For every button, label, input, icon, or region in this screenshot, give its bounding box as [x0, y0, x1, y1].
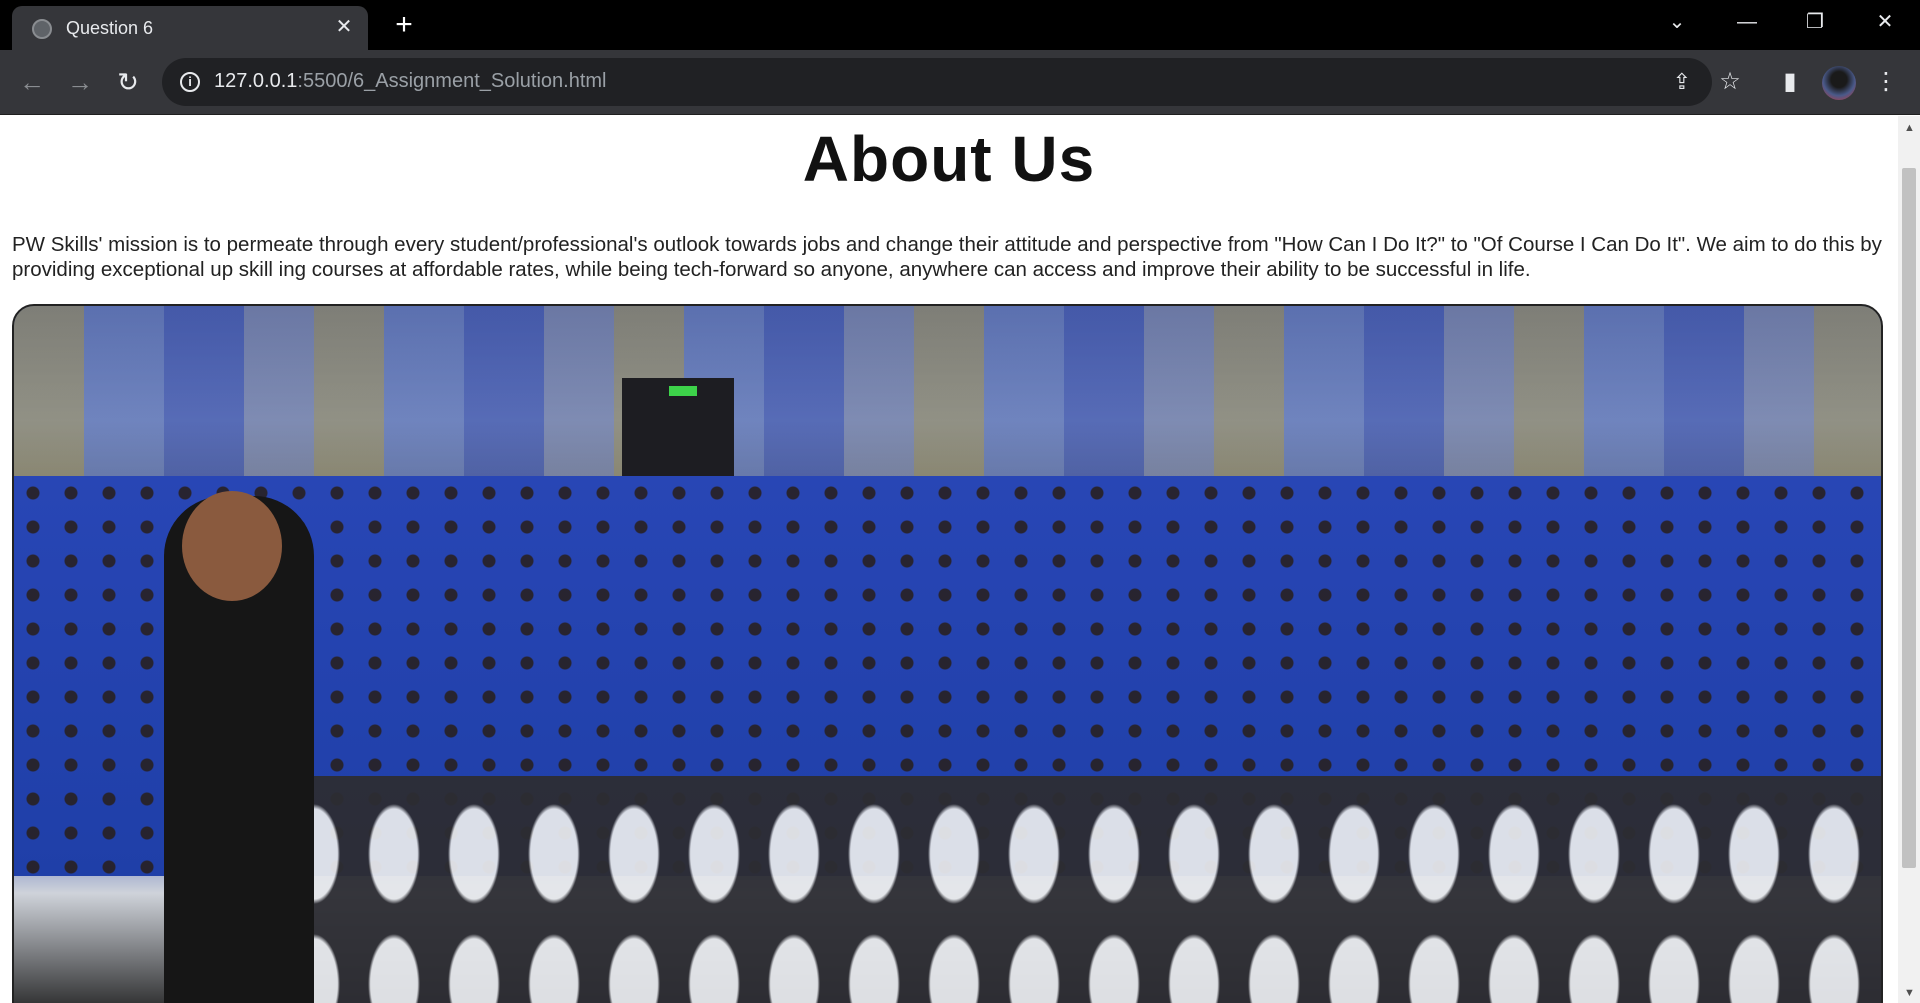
page-scrollbar[interactable]: ▲ ▼ — [1898, 116, 1920, 1003]
photo-speaker-head — [182, 491, 282, 601]
browser-toolbar: ← → ↻ i 127.0.0.1:5500/6_Assignment_Solu… — [0, 50, 1920, 115]
side-panel-icon[interactable]: ▮ — [1772, 64, 1808, 100]
site-info-icon[interactable]: i — [180, 72, 200, 92]
auditorium-photo — [12, 304, 1883, 1003]
page-title: About Us — [802, 123, 1096, 195]
scroll-down-icon[interactable]: ▼ — [1904, 987, 1915, 999]
url-host: 127.0.0.1 — [214, 70, 298, 92]
back-button[interactable]: ← — [14, 64, 50, 100]
url-text[interactable]: 127.0.0.1:5500/6_Assignment_Solution.htm… — [214, 70, 607, 93]
url-path: :5500/6_Assignment_Solution.html — [297, 70, 607, 92]
restore-button[interactable]: ❐ — [1792, 6, 1838, 38]
page-content: About Us PW Skills' mission is to permea… — [0, 116, 1898, 1003]
photo-wall — [14, 306, 1881, 486]
tab-strip: Question 6 ✕ + ⌄ — ❐ ✕ — [0, 0, 1920, 50]
browser-menu-icon[interactable]: ⋮ — [1868, 64, 1904, 100]
bookmark-star-icon[interactable]: ☆ — [1712, 64, 1748, 100]
new-tab-button[interactable]: + — [386, 10, 422, 42]
reload-button[interactable]: ↻ — [110, 64, 146, 100]
scroll-up-icon[interactable]: ▲ — [1904, 122, 1915, 134]
window-close-button[interactable]: ✕ — [1862, 6, 1908, 38]
share-icon-alt — [1648, 68, 1676, 96]
scroll-thumb[interactable] — [1902, 168, 1916, 868]
tab-search-icon[interactable]: ⌄ — [1654, 6, 1700, 38]
forward-button[interactable]: → — [62, 64, 98, 100]
photo-front-row — [274, 776, 1881, 1003]
tab-title: Question 6 — [66, 18, 154, 38]
mission-paragraph: PW Skills' mission is to permeate throug… — [12, 233, 1882, 281]
browser-tab[interactable]: Question 6 ✕ — [12, 6, 368, 50]
tab-close-icon[interactable]: ✕ — [332, 15, 356, 39]
profile-avatar[interactable] — [1822, 66, 1856, 100]
minimize-button[interactable]: — — [1724, 6, 1770, 38]
photo-exit-sign — [669, 386, 697, 396]
globe-icon — [32, 19, 52, 39]
address-bar[interactable]: i 127.0.0.1:5500/6_Assignment_Solution.h… — [162, 58, 1712, 106]
